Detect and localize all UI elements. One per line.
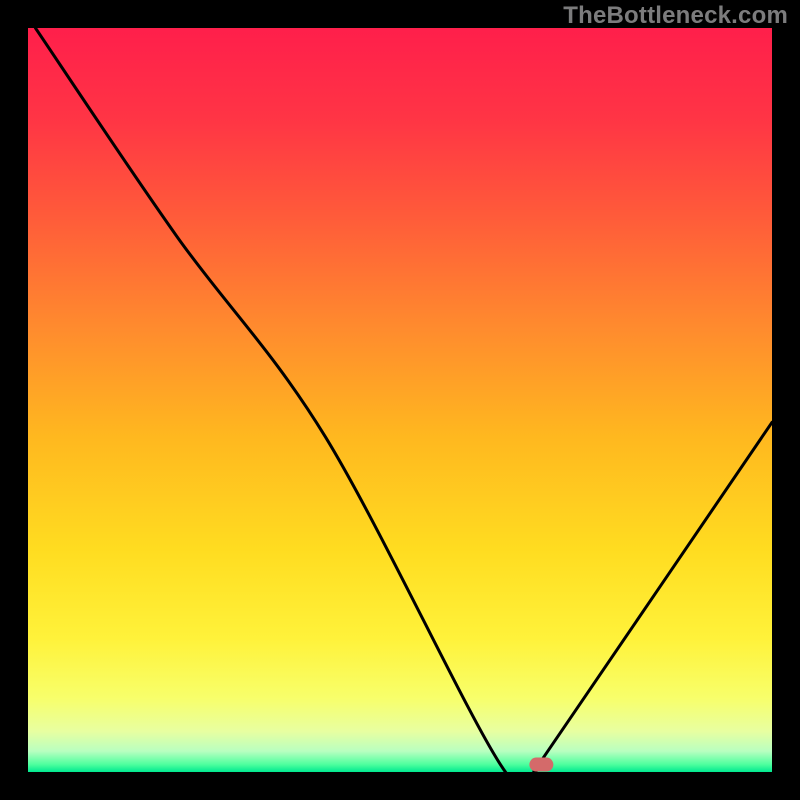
- plot-area: [28, 28, 772, 772]
- chart-frame: TheBottleneck.com: [0, 0, 800, 800]
- optimum-marker: [529, 758, 553, 772]
- chart-svg: [28, 28, 772, 772]
- brand-watermark: TheBottleneck.com: [563, 2, 788, 30]
- gradient-background: [28, 28, 772, 772]
